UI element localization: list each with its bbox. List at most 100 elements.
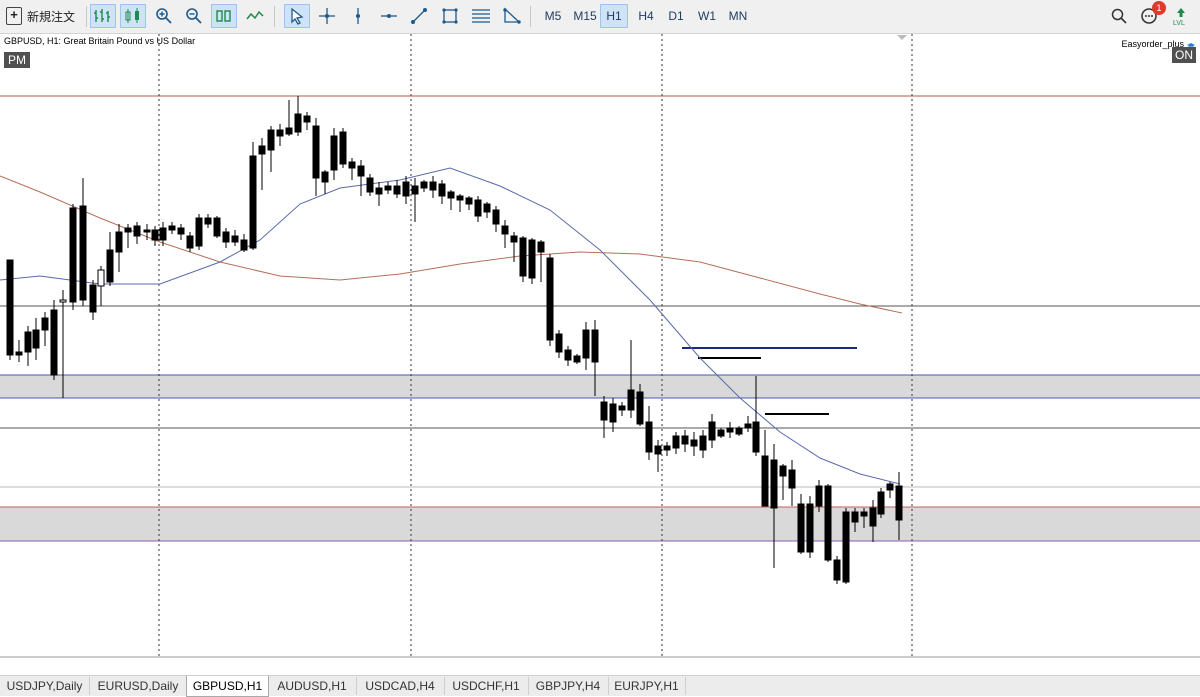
bearish-candle [806, 503, 814, 553]
bearish-candle [339, 131, 347, 165]
tab-usdcad-h4[interactable]: USDCAD,H4 [356, 677, 445, 695]
bar-chart-icon[interactable] [90, 4, 116, 28]
bearish-candle [106, 249, 114, 283]
search-icon[interactable] [1106, 4, 1132, 28]
bearish-candle [815, 485, 823, 507]
bearish-candle [258, 145, 266, 155]
bearish-candle [735, 427, 743, 435]
ea-status-badge[interactable]: ON [1172, 47, 1196, 63]
tab-gbpjpy-h4[interactable]: GBPJPY,H4 [528, 677, 609, 695]
timeframe-d1-button[interactable]: D1 [662, 4, 690, 28]
signal-level-icon[interactable]: LVL [1168, 4, 1194, 28]
bearish-candle [348, 161, 356, 169]
price-chart[interactable]: 18 Jun 202418 Jun 17:0019 Jun 01:0019 Ju… [0, 34, 1200, 659]
cursor-icon[interactable] [284, 4, 310, 28]
bearish-candle [690, 439, 698, 447]
bearish-candle [510, 235, 518, 243]
bearish-candle [895, 485, 903, 521]
chart-area[interactable]: 18 Jun 202418 Jun 17:0019 Jun 01:0019 Ju… [0, 34, 1200, 659]
bearish-candle [303, 115, 311, 123]
toolbar-separator [274, 6, 275, 27]
bearish-candle [6, 259, 14, 356]
bearish-candle [312, 125, 320, 179]
bearish-candle [744, 423, 752, 429]
bearish-candle [285, 127, 293, 135]
vertical-line-icon[interactable] [345, 4, 371, 28]
line-chart-icon[interactable] [243, 4, 269, 28]
bearish-candle [438, 183, 446, 197]
bearish-candle [708, 421, 716, 441]
timeframe-h4-button[interactable]: H4 [632, 4, 660, 28]
bearish-candle [50, 309, 58, 376]
tab-eurusd-daily[interactable]: EURUSD,Daily [90, 677, 187, 695]
timeframe-mn-button[interactable]: MN [724, 4, 752, 28]
tab-usdjpy-daily[interactable]: USDJPY,Daily [0, 677, 90, 695]
bearish-candle [672, 435, 680, 449]
bearish-candle [204, 217, 212, 225]
bearish-candle [886, 483, 894, 491]
tab-gbpusd-h1[interactable]: GBPUSD,H1 [186, 676, 269, 697]
bearish-candle [501, 225, 509, 235]
bearish-candle [824, 485, 832, 561]
new-order-button[interactable]: + 新規注文 [6, 4, 86, 28]
horizontal-line-icon[interactable] [376, 4, 402, 28]
new-order-label: 新規注文 [27, 9, 76, 24]
pm-badge: PM [4, 52, 30, 68]
bearish-candle [124, 227, 132, 233]
fibonacci-icon[interactable] [468, 4, 494, 28]
candlestick-icon[interactable] [211, 4, 237, 28]
bearish-candle [143, 229, 151, 233]
bearish-candle [851, 511, 859, 523]
bearish-candle [195, 217, 203, 247]
triangle-icon[interactable] [499, 4, 525, 28]
bearish-candle [366, 177, 374, 193]
timeframe-m15-button[interactable]: M15 [569, 4, 601, 28]
bearish-candle [582, 329, 590, 359]
bearish-candle [357, 165, 365, 177]
supply-zone [0, 375, 1200, 398]
svg-text:LVL: LVL [1173, 20, 1185, 26]
timeframe-w1-button[interactable]: W1 [693, 4, 721, 28]
bearish-candle [213, 217, 221, 237]
bearish-candle [546, 257, 554, 341]
bearish-candle [24, 331, 32, 353]
bullish-candle [97, 269, 105, 287]
timeframe-m5-button[interactable]: M5 [539, 4, 567, 28]
bearish-candle [151, 229, 159, 241]
candle-chart-icon[interactable] [120, 4, 146, 28]
bearish-candle [645, 421, 653, 453]
bearish-candle [231, 235, 239, 243]
tab-usdchf-h1[interactable]: USDCHF,H1 [444, 677, 529, 695]
tab-eurjpy-h1[interactable]: EURJPY,H1 [608, 677, 686, 695]
bearish-candle [699, 435, 707, 451]
notifications-button[interactable]: 1 [1136, 1, 1166, 28]
zoom-out-icon[interactable] [181, 4, 207, 28]
bearish-candle [869, 507, 877, 527]
bearish-candle [465, 197, 473, 205]
bullish-candle [59, 299, 67, 303]
bearish-candle [528, 239, 536, 279]
bearish-candle [69, 207, 77, 303]
bearish-candle [384, 185, 392, 191]
bearish-candle [564, 349, 572, 361]
demand-zone [0, 507, 1200, 541]
tab-audusd-h1[interactable]: AUDUSD,H1 [268, 677, 357, 695]
bearish-candle [411, 185, 419, 195]
bearish-candle [240, 239, 248, 251]
bearish-candle [752, 421, 760, 453]
bearish-candle [654, 445, 662, 455]
timeframe-h1-button[interactable]: H1 [600, 4, 628, 28]
bearish-candle [591, 329, 599, 363]
zoom-in-icon[interactable] [151, 4, 177, 28]
bearish-candle [717, 429, 725, 437]
bearish-candle [555, 333, 563, 353]
bearish-candle [483, 203, 491, 213]
bearish-candle [618, 405, 626, 411]
rectangle-icon[interactable] [437, 4, 463, 28]
crosshair-icon[interactable] [314, 4, 340, 28]
trend-line-icon[interactable] [406, 4, 432, 28]
bearish-candle [573, 355, 581, 363]
bearish-candle [276, 129, 284, 137]
bearish-candle [321, 171, 329, 183]
bearish-candle [79, 205, 87, 301]
